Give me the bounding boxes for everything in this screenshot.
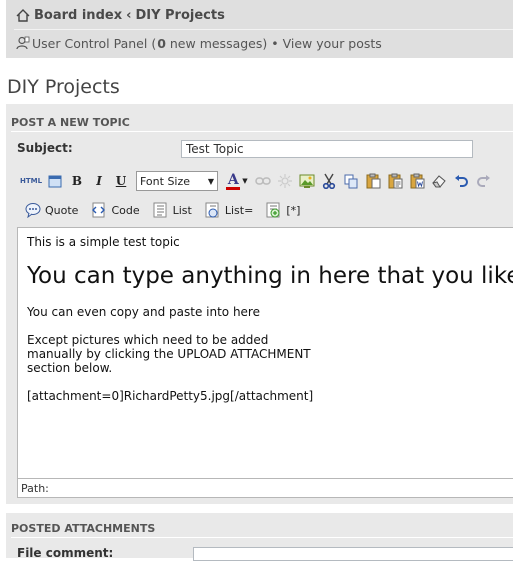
nav-bullet: • xyxy=(267,35,283,51)
ordered-list-icon xyxy=(205,202,219,218)
font-size-select-value: Font Size xyxy=(140,174,191,188)
unlink-button[interactable] xyxy=(274,171,296,191)
editor-path-bar: Path: xyxy=(17,479,513,498)
chevron-down-icon: ▼ xyxy=(242,177,248,185)
editor-line: manually by clicking the UPLOAD ATTACHME… xyxy=(27,347,311,361)
insert-image-button[interactable] xyxy=(296,171,318,191)
editor-toolbar-row-2: Quote Code List List= [*] xyxy=(24,199,312,221)
editor-line: section below. xyxy=(27,361,113,375)
editor-line: Except pictures which need to be added xyxy=(27,333,269,347)
code-icon xyxy=(92,202,106,218)
breadcrumb-board-index[interactable]: Board index xyxy=(34,8,122,23)
unlink-icon xyxy=(278,174,292,188)
window-icon xyxy=(48,175,62,187)
underline-button[interactable]: U xyxy=(110,171,132,191)
html-mode-button[interactable]: HTML xyxy=(18,171,44,191)
paste-word-icon xyxy=(410,173,424,189)
list-button[interactable]: List xyxy=(152,199,192,221)
view-posts-link[interactable]: View your posts xyxy=(283,36,382,51)
nav-divider xyxy=(14,29,513,30)
font-color-button[interactable]: A ▼ xyxy=(222,171,252,191)
paste-text-icon xyxy=(388,173,402,189)
paste-word-button[interactable] xyxy=(406,171,428,191)
attachments-heading: POSTED ATTACHMENTS xyxy=(11,522,156,535)
redo-button[interactable] xyxy=(472,171,494,191)
scissors-icon xyxy=(322,173,336,189)
editor-large-line: You can type anything in here that you l… xyxy=(27,263,513,289)
code-button[interactable]: Code xyxy=(90,199,140,221)
ucp-link[interactable]: User Control Panel ( xyxy=(32,36,156,51)
paste-button[interactable] xyxy=(362,171,384,191)
file-comment-input[interactable] xyxy=(193,547,513,561)
color-bar-icon xyxy=(226,186,241,190)
bold-button[interactable]: B xyxy=(66,171,88,191)
path-label: Path: xyxy=(21,482,49,495)
undo-icon xyxy=(454,175,468,187)
message-editor[interactable]: This is a simple test topic You can type… xyxy=(17,227,513,479)
heading-divider xyxy=(11,131,513,132)
cut-button[interactable] xyxy=(318,171,340,191)
redo-icon xyxy=(476,175,490,187)
list-icon xyxy=(153,202,167,218)
copy-button[interactable] xyxy=(340,171,362,191)
post-topic-heading: POST A NEW TOPIC xyxy=(11,116,130,129)
list-item-button[interactable]: [*] xyxy=(265,199,300,221)
font-color-letter: A xyxy=(227,171,239,188)
remove-format-button[interactable] xyxy=(428,171,450,191)
editor-toolbar-row-1: HTML B I U Font Size ▼ A ▼ xyxy=(18,171,494,191)
new-messages-count[interactable]: 0 xyxy=(157,36,166,51)
link-button[interactable] xyxy=(252,171,274,191)
code-label: Code xyxy=(111,203,140,217)
quote-icon xyxy=(25,203,41,218)
link-icon xyxy=(255,177,271,185)
user-icon xyxy=(16,36,30,50)
editor-line: [attachment=0]RichardPetty5.jpg[/attachm… xyxy=(27,389,314,403)
page-title[interactable]: DIY Projects xyxy=(7,76,120,98)
navbar: Board index ‹ DIY Projects User Control … xyxy=(6,0,513,58)
breadcrumb-separator: ‹ xyxy=(126,7,132,23)
user-links: User Control Panel ( 0 new messages) • V… xyxy=(16,35,382,51)
quote-button[interactable]: Quote xyxy=(24,199,78,221)
ordered-list-button[interactable]: List= xyxy=(204,199,253,221)
paste-icon xyxy=(366,173,380,189)
font-size-select[interactable]: Font Size ▼ xyxy=(136,171,218,191)
undo-button[interactable] xyxy=(450,171,472,191)
home-icon[interactable] xyxy=(16,8,30,22)
new-messages-link[interactable]: new messages) xyxy=(166,36,267,51)
subject-label: Subject: xyxy=(17,141,73,155)
breadcrumb-forum[interactable]: DIY Projects xyxy=(135,8,224,23)
editor-line: This is a simple test topic xyxy=(27,235,180,249)
subject-input[interactable] xyxy=(181,140,473,158)
breadcrumb: Board index ‹ DIY Projects xyxy=(16,6,225,24)
list-item-icon xyxy=(266,202,280,218)
copy-icon xyxy=(344,174,357,188)
paste-text-button[interactable] xyxy=(384,171,406,191)
list-item-label: [*] xyxy=(286,203,301,217)
chevron-down-icon: ▼ xyxy=(207,176,214,186)
quote-label: Quote xyxy=(45,203,79,217)
italic-button[interactable]: I xyxy=(88,171,110,191)
fullscreen-button[interactable] xyxy=(44,171,66,191)
heading-divider xyxy=(11,537,513,538)
list-label: List xyxy=(172,203,192,217)
editor-line: You can even copy and paste into here xyxy=(27,305,260,319)
eraser-icon xyxy=(432,175,446,188)
image-icon xyxy=(299,174,315,188)
ordered-list-label: List= xyxy=(224,203,254,217)
